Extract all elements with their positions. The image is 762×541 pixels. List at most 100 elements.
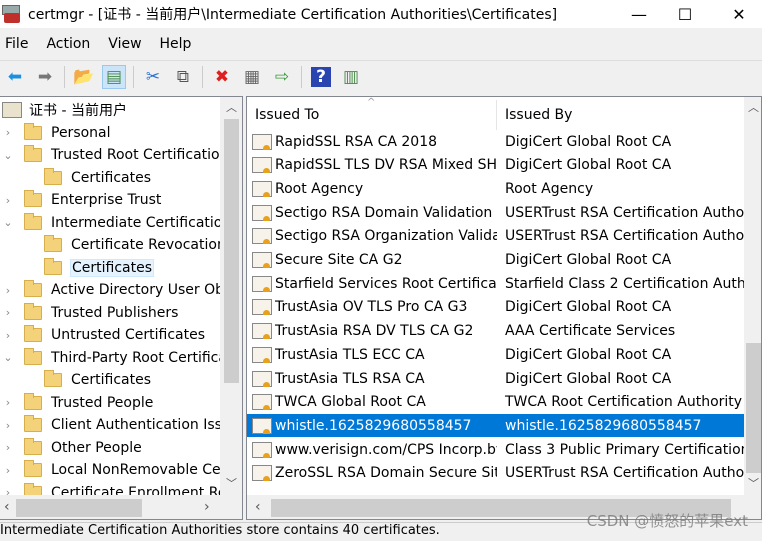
delete-button[interactable]: ✖ [210,65,234,89]
certificate-row[interactable]: TrustAsia OV TLS Pro CA G3 DigiCert Globa… [247,296,744,319]
column-header-issued-by[interactable]: Issued By [497,100,744,130]
certificate-row[interactable]: Starfield Services Root Certificat... Sta… [247,272,744,295]
close-button[interactable]: ✕ [716,0,762,28]
collapse-icon[interactable]: ⌄ [2,216,14,229]
tree-item[interactable]: ⌄ Third-Party Root Certificat [2,347,233,369]
tree-item-label: Certificates [70,258,155,277]
toolbar-separator [64,65,65,88]
certificate-row[interactable]: Root Agency Root Agency [247,177,744,200]
show-hide-tree-button[interactable]: ▤ [102,64,126,89]
issued-to-cell: RapidSSL RSA CA 2018 [275,133,438,150]
issued-by-cell: Root Agency [505,180,594,197]
up-folder-button[interactable]: 📂 [72,65,96,89]
certificate-row[interactable]: Sectigo RSA Organization Valida... USERTr… [247,225,744,248]
minimize-button[interactable]: — [616,0,662,28]
certificate-icon [252,441,272,458]
tree-item[interactable]: › Untrusted Certificates [2,324,206,346]
tree-item[interactable]: › Client Authentication Issue [2,414,240,436]
expand-icon[interactable]: › [2,329,14,342]
tree-item-label: Untrusted Certificates [51,327,205,343]
expand-icon[interactable]: › [2,284,14,297]
certificate-row[interactable]: TrustAsia RSA DV TLS CA G2 AAA Certificat… [247,320,744,343]
certificates-store-icon [2,102,22,118]
tree-scroll-thumb[interactable] [224,119,239,383]
certificate-row[interactable]: Sectigo RSA Domain Validation ... USERTru… [247,201,744,224]
certificate-row[interactable]: TrustAsia TLS RSA CA DigiCert Global Root… [247,367,744,390]
certificate-row[interactable]: RapidSSL RSA CA 2018 DigiCert Global Root… [247,130,744,153]
certificate-icon [252,275,272,292]
export-button[interactable]: ⇨ [270,65,294,89]
tree-item[interactable]: Certificates [44,167,152,189]
certificate-row[interactable]: Secure Site CA G2 DigiCert Global Root CA [247,249,744,272]
sort-arrow-icon: ^ [367,97,376,108]
expand-icon[interactable]: › [2,464,14,477]
folder-icon [24,437,42,455]
issued-to-cell: RapidSSL TLS DV RSA Mixed SHA... [275,157,497,174]
folder-icon [44,235,62,252]
expand-icon[interactable]: › [2,126,14,139]
collapse-icon[interactable]: ⌄ [2,351,14,364]
tree-item[interactable]: Certificates [44,369,152,391]
tree-item[interactable]: › Personal [2,122,112,144]
menu-help[interactable]: Help [160,36,192,58]
folder-icon [24,145,42,162]
certificate-row[interactable]: TrustAsia TLS ECC CA DigiCert Global Root… [247,343,744,366]
collapse-icon[interactable]: ⌄ [2,149,14,162]
folder-icon [24,392,42,410]
tree-item[interactable]: ⌄ Intermediate Certification [2,212,232,234]
issued-by-cell: DigiCert Global Root CA [505,370,672,387]
folder-icon [24,415,42,432]
menu-action[interactable]: Action [46,36,90,58]
certificate-row[interactable]: RapidSSL TLS DV RSA Mixed SHA... DigiCert… [247,154,744,177]
back-icon: ⬅ [7,66,23,87]
issued-by-cell: DigiCert Global Root CA [505,299,672,316]
expand-icon[interactable]: › [2,396,14,409]
folder-icon [24,212,42,230]
tree-item[interactable]: ⌄ Trusted Root Certification [2,144,229,166]
tree-item-label: Trusted Root Certification [51,147,229,163]
tree-item-label: Other People [51,439,142,456]
certificate-row[interactable]: www.verisign.com/CPS Incorp.by ... Class … [247,438,744,461]
issued-by-cell: DigiCert Global Root CA [505,252,672,268]
tree-vertical-scrollbar[interactable]: ︿ ﹀ [220,97,242,495]
help-button[interactable]: ? [309,65,333,89]
tree-item[interactable]: › Trusted People [2,392,154,414]
back-button[interactable]: ⬅ [3,65,27,89]
tree-item-label: Local NonRemovable Certi [51,462,236,478]
expand-icon[interactable]: › [2,194,14,207]
expand-icon[interactable]: › [2,306,14,319]
window-title: certmgr - [证书 - 当前用户\Intermediate Certif… [28,7,558,23]
cut-button[interactable]: ✂ [141,65,165,89]
forward-icon: ➡ [37,66,53,87]
list-vertical-scrollbar[interactable]: ︿ ﹀ [744,97,761,495]
tree-hscroll-thumb[interactable] [16,499,142,517]
expand-icon[interactable]: › [2,441,14,454]
menu-file[interactable]: File [5,36,28,58]
tree-horizontal-scrollbar[interactable]: ‹ › [0,495,242,519]
copy-button[interactable]: ⧉ [171,65,195,89]
export-icon: ⇨ [274,66,290,87]
expand-icon[interactable]: › [2,419,14,432]
tree-item[interactable]: › Other People [2,437,143,459]
tree-item[interactable]: › Active Directory User Obje [2,279,238,301]
tree-item[interactable]: › Local NonRemovable Certi [2,459,237,481]
certificate-row[interactable]: whistle.1625829680558457 whistle.16258296… [247,414,744,438]
menu-view[interactable]: View [108,36,141,58]
tree-item[interactable]: › Enterprise Trust [2,189,162,211]
tree-item[interactable]: › Trusted Publishers [2,302,179,324]
certificate-icon [252,252,272,268]
list-scroll-thumb[interactable] [746,343,761,473]
properties-button[interactable]: ▦ [240,65,264,89]
tree-item-label: Certificates [71,372,152,388]
action-pane-button[interactable]: ▥ [339,65,363,89]
certificate-row[interactable]: ZeroSSL RSA Domain Secure Site... USERTru… [247,462,744,485]
tree-item[interactable]: Certificates [44,257,155,279]
certificate-icon [252,394,272,411]
maximize-button[interactable]: ☐ [662,0,708,28]
toolbar-separator [133,65,134,88]
forward-button[interactable]: ➡ [33,65,57,89]
tree-item[interactable]: Certificate Revocation [44,234,227,256]
certificate-row[interactable]: TWCA Global Root CA TWCA Root Certificati… [247,391,744,414]
issued-by-cell: USERTrust RSA Certification Author... [505,228,744,245]
tree-item[interactable]: 证书 - 当前用户 [2,99,128,121]
